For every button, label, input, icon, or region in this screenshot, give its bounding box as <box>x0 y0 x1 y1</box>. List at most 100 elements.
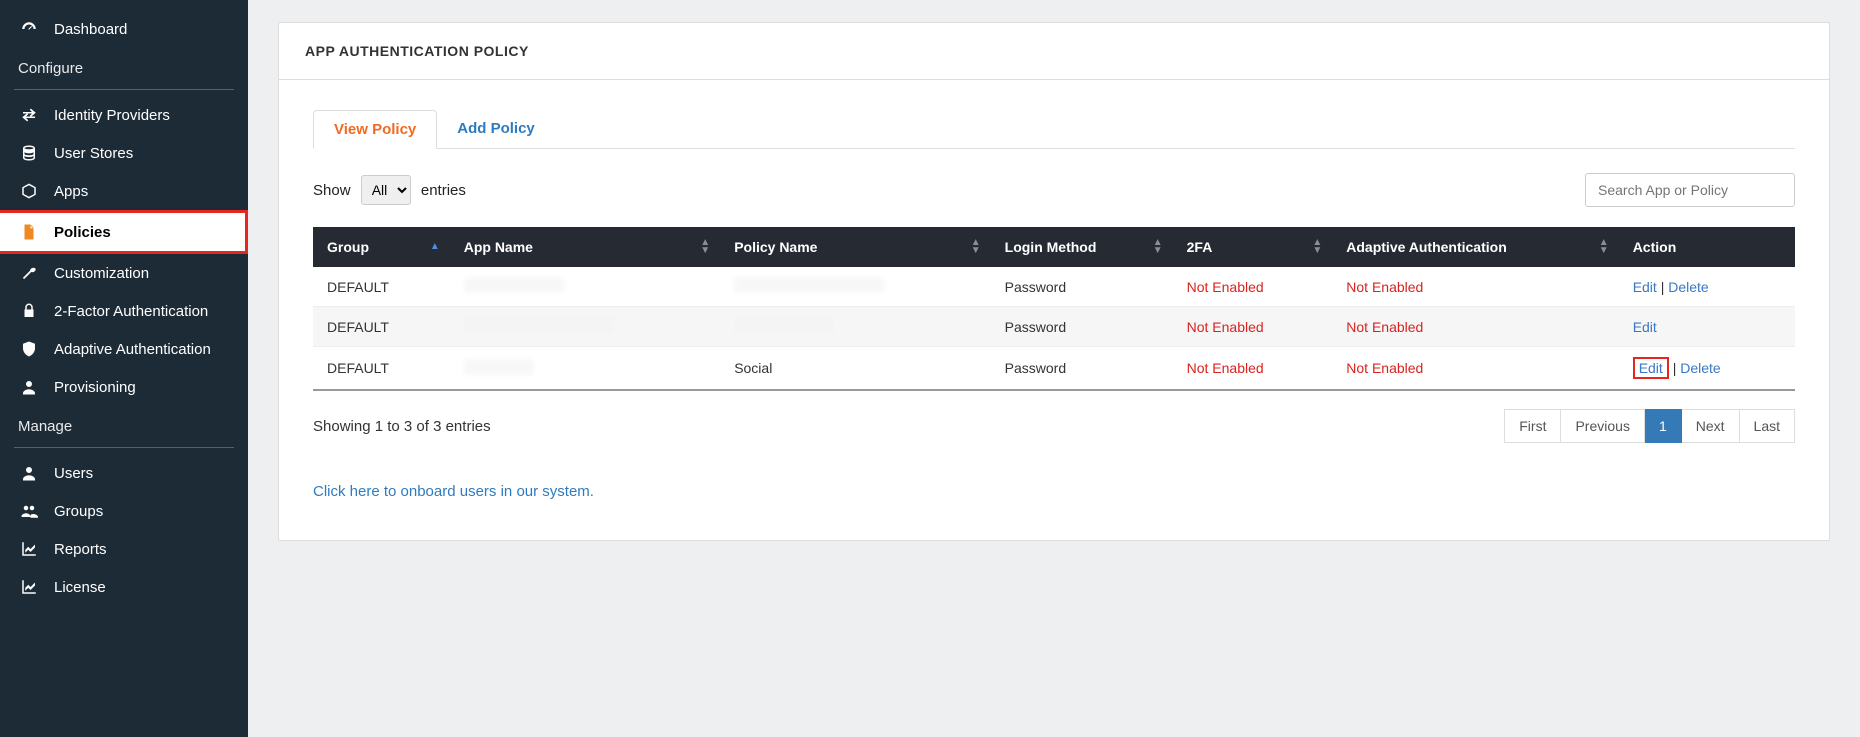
cell-app <box>450 307 720 347</box>
user-icon <box>18 378 40 396</box>
pager-last[interactable]: Last <box>1740 409 1795 443</box>
sidebar-item-label: Dashboard <box>54 21 127 38</box>
users-icon <box>18 502 40 520</box>
edit-link[interactable]: Edit <box>1633 319 1657 335</box>
sidebar-item-2fa[interactable]: 2-Factor Authentication <box>0 292 248 330</box>
sidebar-item-label: License <box>54 579 106 596</box>
sidebar-item-label: Identity Providers <box>54 107 170 124</box>
table-row: DEFAULT Password Not Enabled Not Enabled… <box>313 267 1795 307</box>
sidebar-item-dashboard[interactable]: Dashboard <box>0 10 248 48</box>
sidebar-section-manage: Manage <box>0 406 248 441</box>
sidebar-item-provisioning[interactable]: Provisioning <box>0 368 248 406</box>
col-adaptive[interactable]: Adaptive Authentication▲▼ <box>1332 227 1618 267</box>
sidebar-item-label: Provisioning <box>54 379 136 396</box>
shield-icon <box>18 340 40 358</box>
entries-show-label: Show <box>313 182 351 199</box>
cell-adaptive: Not Enabled <box>1332 347 1618 391</box>
cube-icon <box>18 182 40 200</box>
sidebar-item-customization[interactable]: Customization <box>0 254 248 292</box>
cell-group: DEFAULT <box>313 267 450 307</box>
entries-suffix-label: entries <box>421 182 466 199</box>
onboard-users-link[interactable]: Click here to onboard users in our syste… <box>313 483 1795 500</box>
edit-link[interactable]: Edit <box>1633 279 1657 295</box>
cell-action: Edit | Delete <box>1619 347 1795 391</box>
policy-card: APP AUTHENTICATION POLICY View Policy Ad… <box>278 22 1830 541</box>
main-content: APP AUTHENTICATION POLICY View Policy Ad… <box>248 0 1860 737</box>
col-login[interactable]: Login Method▲▼ <box>991 227 1173 267</box>
chart-icon <box>18 540 40 558</box>
cell-login: Password <box>991 267 1173 307</box>
sidebar-divider <box>14 89 234 90</box>
card-title: APP AUTHENTICATION POLICY <box>279 23 1829 80</box>
table-info: Showing 1 to 3 of 3 entries <box>313 418 491 435</box>
sidebar-section-configure: Configure <box>0 48 248 83</box>
sidebar-item-label: Customization <box>54 265 149 282</box>
dashboard-icon <box>18 20 40 38</box>
cell-action: Edit <box>1619 307 1795 347</box>
cell-2fa: Not Enabled <box>1173 267 1333 307</box>
table-row: DEFAULT Password Not Enabled Not Enabled… <box>313 307 1795 347</box>
entries-control: Show All entries <box>313 175 466 205</box>
sidebar-item-policies[interactable]: Policies <box>0 210 248 254</box>
edit-link[interactable]: Edit <box>1639 360 1663 376</box>
cell-2fa: Not Enabled <box>1173 307 1333 347</box>
cell-login: Password <box>991 347 1173 391</box>
document-icon <box>18 223 40 241</box>
sidebar-item-users[interactable]: Users <box>0 454 248 492</box>
pager-prev[interactable]: Previous <box>1561 409 1644 443</box>
tab-add-policy[interactable]: Add Policy <box>437 110 555 148</box>
col-policy[interactable]: Policy Name▲▼ <box>720 227 990 267</box>
sidebar-divider <box>14 447 234 448</box>
cell-group: DEFAULT <box>313 347 450 391</box>
cell-adaptive: Not Enabled <box>1332 307 1618 347</box>
chart-icon <box>18 578 40 596</box>
table-row: DEFAULT Social Password Not Enabled Not … <box>313 347 1795 391</box>
cell-policy: Social <box>720 347 990 391</box>
cell-app <box>450 267 720 307</box>
cell-2fa: Not Enabled <box>1173 347 1333 391</box>
sidebar-item-apps[interactable]: Apps <box>0 172 248 210</box>
col-group[interactable]: Group▲ <box>313 227 450 267</box>
sidebar-item-identity-providers[interactable]: Identity Providers <box>0 96 248 134</box>
pager-page-1[interactable]: 1 <box>1645 409 1682 443</box>
sidebar-item-adaptive-auth[interactable]: Adaptive Authentication <box>0 330 248 368</box>
pager-first[interactable]: First <box>1504 409 1561 443</box>
tab-view-policy[interactable]: View Policy <box>313 110 437 149</box>
sidebar-item-reports[interactable]: Reports <box>0 530 248 568</box>
sidebar-item-label: Adaptive Authentication <box>54 341 211 358</box>
cell-policy <box>720 307 990 347</box>
cell-policy <box>720 267 990 307</box>
user-icon <box>18 464 40 482</box>
policy-table: Group▲ App Name▲▼ Policy Name▲▼ Login Me… <box>313 227 1795 391</box>
sidebar-item-label: Apps <box>54 183 88 200</box>
sidebar-item-label: User Stores <box>54 145 133 162</box>
sidebar-item-label: Policies <box>54 224 111 241</box>
sidebar: Dashboard Configure Identity Providers U… <box>0 0 248 737</box>
delete-link[interactable]: Delete <box>1680 360 1720 376</box>
sidebar-item-user-stores[interactable]: User Stores <box>0 134 248 172</box>
cell-app <box>450 347 720 391</box>
cell-group: DEFAULT <box>313 307 450 347</box>
sidebar-item-label: Users <box>54 465 93 482</box>
col-app[interactable]: App Name▲▼ <box>450 227 720 267</box>
search-input[interactable] <box>1585 173 1795 207</box>
swap-icon <box>18 106 40 124</box>
entries-select[interactable]: All <box>361 175 411 205</box>
pagination: First Previous 1 Next Last <box>1504 409 1795 443</box>
col-2fa[interactable]: 2FA▲▼ <box>1173 227 1333 267</box>
sidebar-item-label: Reports <box>54 541 107 558</box>
delete-link[interactable]: Delete <box>1668 279 1708 295</box>
database-icon <box>18 144 40 162</box>
col-action: Action <box>1619 227 1795 267</box>
cell-login: Password <box>991 307 1173 347</box>
cell-adaptive: Not Enabled <box>1332 267 1618 307</box>
wrench-icon <box>18 264 40 282</box>
cell-action: Edit | Delete <box>1619 267 1795 307</box>
sidebar-item-label: Groups <box>54 503 103 520</box>
pager-next[interactable]: Next <box>1682 409 1740 443</box>
policy-tabs: View Policy Add Policy <box>313 110 1795 149</box>
sidebar-item-label: 2-Factor Authentication <box>54 303 208 320</box>
sidebar-item-groups[interactable]: Groups <box>0 492 248 530</box>
lock-icon <box>18 302 40 320</box>
sidebar-item-license[interactable]: License <box>0 568 248 606</box>
